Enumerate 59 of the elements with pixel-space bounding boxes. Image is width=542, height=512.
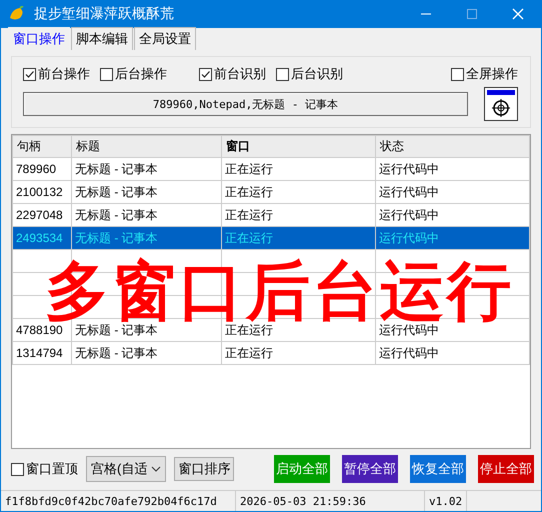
column-header[interactable]: 状态	[376, 136, 530, 158]
table-cell: 无标题 - 记事本	[75, 184, 158, 198]
checkbox-label: 前台识别	[214, 65, 266, 83]
checkbox[interactable]	[11, 462, 24, 476]
column-header[interactable]: 句柄	[12, 136, 72, 158]
tab[interactable]: 全局设置	[134, 27, 196, 50]
checkbox[interactable]	[23, 68, 36, 80]
app-icon	[8, 6, 26, 22]
table-cell: 运行代码中	[379, 208, 439, 222]
table-cell: 2493534	[16, 231, 63, 245]
window-title: 捉步堑细瀑萍跃概酥荒	[34, 5, 175, 23]
column-header[interactable]: 标题	[72, 136, 222, 158]
column-header[interactable]: 窗口	[222, 136, 376, 158]
layout-dropdown[interactable]: 宫格(自适	[86, 456, 166, 482]
table-cell: 无标题 - 记事本	[75, 162, 158, 176]
table-cell: 运行代码中	[379, 346, 439, 360]
checkbox[interactable]	[276, 68, 289, 80]
caret-icon	[151, 466, 162, 472]
checkbox[interactable]	[199, 68, 212, 80]
table-cell: 4788190	[16, 323, 63, 337]
table-cell: 无标题 - 记事本	[75, 346, 158, 360]
checkbox-label: 后台识别	[291, 65, 343, 83]
checkbox-label: 全屏操作	[466, 65, 518, 83]
table-cell: 正在运行	[225, 322, 273, 336]
close-icon[interactable]	[512, 8, 524, 20]
table-cell: 无标题 - 记事本	[75, 322, 158, 336]
checkbox-label: 前台操作	[38, 65, 90, 83]
table-cell: 2100132	[16, 185, 63, 199]
arrange-button[interactable]: 窗口排序	[174, 457, 234, 481]
table-cell: 789960	[16, 162, 56, 176]
action-button[interactable]: 恢复全部	[410, 455, 466, 483]
status-text: f1f8bfd9c0f42bc70afe792b04f6c17d	[1, 491, 236, 511]
overlay-text: 多窗口后台运行	[45, 259, 514, 323]
target-window-field: 789960,Notepad,无标题 - 记事本	[23, 92, 468, 116]
action-button[interactable]: 暂停全部	[342, 455, 398, 483]
table-cell: 无标题 - 记事本	[75, 208, 158, 222]
table-cell: 2297048	[16, 208, 63, 222]
maximize-icon	[466, 8, 478, 20]
tab[interactable]: 脚本编辑	[71, 27, 133, 50]
table-cell: 正在运行	[225, 208, 273, 222]
selected-row[interactable]: 2493534 无标题 - 记事本 正在运行 运行代码中	[12, 226, 530, 250]
checkbox[interactable]	[451, 68, 464, 80]
table-cell: 正在运行	[225, 230, 273, 244]
checkbox-label: 窗口置顶	[26, 460, 78, 478]
table-cell: 无标题 - 记事本	[75, 230, 158, 244]
table-cell: 1314794	[16, 346, 63, 360]
checkbox-label: 后台操作	[115, 65, 167, 83]
window-finder-icon[interactable]	[484, 87, 518, 121]
table-cell: 正在运行	[225, 162, 273, 176]
table-cell: 正在运行	[225, 184, 273, 198]
table-cell: 正在运行	[225, 346, 273, 360]
checkbox[interactable]	[100, 68, 113, 80]
table-cell: 运行代码中	[379, 322, 439, 336]
table-cell: 运行代码中	[379, 230, 439, 244]
action-button[interactable]: 停止全部	[478, 455, 534, 483]
table-cell: 运行代码中	[379, 184, 439, 198]
status-text: 2026-05-03 21:59:36	[236, 491, 425, 511]
status-text: v1.02	[425, 491, 468, 511]
table-cell: 运行代码中	[379, 162, 439, 176]
